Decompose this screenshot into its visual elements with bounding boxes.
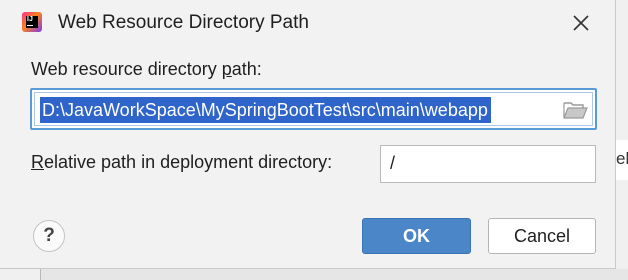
dialog: IJ Web Resource Directory Path Web resou… [0, 0, 616, 269]
background-text-fragment: el [616, 149, 628, 168]
intellij-idea-icon: IJ [22, 12, 42, 32]
cancel-button[interactable]: Cancel [488, 218, 596, 254]
background-window [40, 269, 628, 280]
web-resource-path-label: Web resource directory path: [31, 59, 262, 79]
title-bar: IJ Web Resource Directory Path [0, 0, 616, 46]
close-button[interactable] [560, 6, 602, 40]
background-divider [40, 269, 41, 280]
relative-path-input[interactable]: / [380, 145, 596, 183]
relative-path-label: Relative path in deployment directory: [31, 152, 333, 172]
ok-button[interactable]: OK [362, 218, 471, 254]
web-resource-path-value[interactable]: D:\JavaWorkSpace\MySpringBootTest\src\ma… [40, 97, 491, 123]
close-icon [573, 15, 589, 31]
folder-open-icon [563, 102, 588, 119]
browse-folder-button[interactable] [562, 99, 588, 121]
dialog-title: Web Resource Directory Path [58, 12, 309, 33]
help-button[interactable]: ? [33, 220, 65, 252]
relative-path-value: / [390, 153, 396, 173]
